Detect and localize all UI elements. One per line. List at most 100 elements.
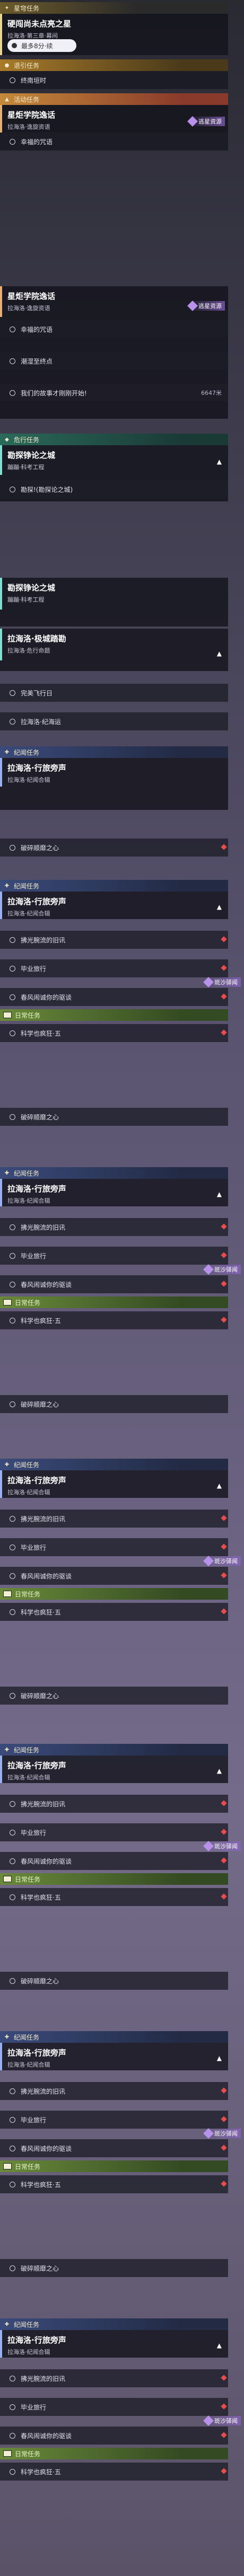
quest-step[interactable]: 毕业旅行: [0, 1538, 228, 1556]
daily-card[interactable]: 日常任务: [0, 1588, 228, 1600]
quest-step[interactable]: 破碎顺靡之心: [0, 1108, 228, 1126]
step-label: 破碎顺靡之心: [21, 1400, 59, 1408]
subquest-card[interactable]: 拉海洛·极城踏勘 拉海洛·危行命题 ▲: [0, 629, 228, 671]
marker-icon: [221, 1252, 227, 1258]
collapse-icon[interactable]: ▲: [217, 1190, 222, 1198]
journey-label: 纪闻任务: [14, 882, 40, 890]
quest-step[interactable]: 科学也疯狂·五: [0, 1024, 228, 1042]
journey-card[interactable]: ✚ 纪闻任务 拉海洛·行旅旁声 拉海洛·纪闻合辑 ▲: [0, 1459, 228, 1498]
tab-trailblaze-mission[interactable]: ✦ 星穹任务: [0, 2, 228, 14]
active-bar: [0, 14, 2, 55]
quest-step[interactable]: 毕业旅行: [0, 1247, 228, 1265]
quest-step[interactable]: 拂光腕流的旧讯: [0, 1795, 228, 1813]
track-button[interactable]: 最多8分·续: [7, 39, 76, 52]
marker-icon: [221, 1800, 227, 1806]
quest-step[interactable]: 拂光腕流的旧讯: [0, 931, 228, 949]
daily-label: 日常任务: [15, 1011, 41, 1019]
badge-icon: [203, 1264, 214, 1275]
collapse-icon[interactable]: ▲: [217, 458, 222, 465]
quest-step[interactable]: 拂光腕流的旧讯: [0, 1218, 228, 1236]
quest-step[interactable]: 科学也疯狂·五: [0, 1888, 228, 1906]
journey-card[interactable]: ✚ 纪闻任务 拉海洛·行旅旁声 拉海洛·纪闻合辑 ▲: [0, 2031, 228, 2070]
daily-header: 日常任务: [0, 2160, 228, 2172]
quest-step[interactable]: 我们的故事才刚刚开始! 6647米: [0, 384, 228, 402]
daily-card[interactable]: 日常任务: [0, 2448, 228, 2459]
guide-header: ● 退引任务: [0, 59, 228, 71]
journey-card[interactable]: ✚ 纪闻任务 拉海洛·行旅旁声 拉海洛·纪闻合辑 ▲: [0, 2318, 228, 2358]
quest-title: 勘探铮论之城: [7, 583, 56, 593]
quest-step[interactable]: 毕业旅行: [0, 1823, 228, 1841]
quest-step[interactable]: 破碎顺靡之心: [0, 1972, 228, 1990]
collapse-icon[interactable]: ▲: [217, 650, 222, 657]
quest-step[interactable]: 毕业旅行: [0, 959, 228, 977]
journey-label: 纪闻任务: [14, 1461, 40, 1469]
plus-icon: ✚: [4, 883, 10, 889]
journey-card[interactable]: ✚ 纪闻任务 拉海洛·行旅旁声 拉海洛·纪闻合辑 ▲: [0, 880, 228, 919]
quest-step[interactable]: 破碎顺靡之心: [0, 1395, 228, 1413]
journey-card[interactable]: ✚ 纪闻任务 拉海洛·行旅旁声 拉海洛·纪闻合辑 ▲: [0, 1744, 228, 1783]
plus-icon: ✚: [4, 1461, 10, 1468]
quest-step[interactable]: 潮湿至终点: [0, 352, 228, 370]
quest-subtitle: 拉海洛·第三章·幕间: [7, 32, 58, 39]
guide-card[interactable]: ● 退引任务 终南垣时: [0, 59, 228, 89]
quest-step[interactable]: 幸福的咒语: [0, 320, 228, 338]
quest-step[interactable]: 拂光腕流的旧讯: [0, 2082, 228, 2100]
active-bar: [0, 1179, 2, 1206]
alert-icon: ◆: [5, 436, 9, 443]
quest-step[interactable]: 科学也疯狂·五: [0, 1603, 228, 1621]
quest-step[interactable]: 完美飞行日: [0, 684, 228, 702]
step-label: 春风闹诚你的驱谈: [21, 2432, 72, 2440]
quest-card-trailblaze[interactable]: ✦ 星穹任务 硬闯尚未点亮之星 拉海洛·第三章·幕间 最多8分·续: [0, 2, 228, 55]
quest-step[interactable]: 科学也疯狂·五: [0, 1311, 228, 1329]
marker-icon: [221, 1515, 227, 1521]
quest-step[interactable]: 勘探!(勘探论之城): [0, 480, 228, 498]
quest-step[interactable]: 拂光腕流的旧讯: [0, 2369, 228, 2387]
step-circle-icon: [10, 2116, 15, 2123]
calendar-icon: [3, 1012, 12, 1018]
journey-label: 纪闻任务: [14, 1746, 40, 1754]
event-card[interactable]: ▲ 活动任务 星炬学院逸话 拉海洛·逸旋资语 逃星资源 幸福的咒语: [0, 93, 228, 151]
quest-step[interactable]: 终南垣时: [0, 71, 228, 89]
distance-label: 6647米: [201, 390, 222, 396]
step-circle-icon: [10, 1829, 15, 1836]
quest-step[interactable]: 破碎顺靡之心: [0, 2259, 228, 2277]
daily-card[interactable]: 日常任务: [0, 1009, 228, 1021]
step-circle-icon: [10, 2404, 15, 2410]
quest-step[interactable]: 春风闹诚你的驱谈: [0, 1567, 228, 1585]
daily-card[interactable]: 日常任务: [0, 1873, 228, 1885]
quest-step[interactable]: 拉海洛·纪海运: [0, 712, 228, 730]
marker-icon: [221, 1543, 227, 1550]
journey-card[interactable]: ✚ 纪闻任务 拉海洛·行旅旁声 拉海洛·纪闻合辑 ▲: [0, 1167, 228, 1206]
collapse-icon[interactable]: ▲: [217, 2054, 222, 2062]
quest-step[interactable]: 毕业旅行: [0, 2398, 228, 2416]
quest-step[interactable]: 破碎顺靡之心: [0, 1687, 228, 1705]
journey-header: ✚ 纪闻任务: [0, 880, 228, 892]
collapse-icon[interactable]: ▲: [217, 903, 222, 911]
urgent-card-expanded[interactable]: 勘探铮论之城 蹦蹦·科考工程: [0, 578, 228, 627]
quest-step[interactable]: 春风闹诚你的驱谈: [0, 1275, 228, 1293]
urgent-card[interactable]: ◆ 危行任务 勘探铮论之城 蹦蹦·科考工程 ▲ 勘探!(勘探论之城): [0, 434, 228, 501]
quest-step[interactable]: 春风闹诚你的驱谈: [0, 2427, 228, 2445]
daily-label: 日常任务: [15, 1590, 41, 1598]
step-circle-icon: [10, 2432, 15, 2439]
collapse-icon[interactable]: ▲: [217, 2342, 222, 2349]
collapse-icon[interactable]: ▲: [217, 1767, 222, 1775]
quest-step[interactable]: 拂光腕流的旧讯: [0, 1510, 228, 1528]
quest-step[interactable]: 破碎顺靡之心: [0, 839, 228, 857]
event-card-expanded[interactable]: 星炬学院逸话 拉海洛·逸旋资语 逃星资源 幸福的咒语 潮湿至终点 我们的故事才刚…: [0, 286, 228, 419]
quest-step[interactable]: 科学也疯狂·五: [0, 2175, 228, 2193]
quest-step[interactable]: 春风闹诚你的驱谈: [0, 2139, 228, 2157]
quest-subtitle: 拉海洛·纪闻合辑: [7, 777, 50, 783]
collapse-icon[interactable]: ▲: [217, 1482, 222, 1489]
quest-step[interactable]: 科学也疯狂·五: [0, 2463, 228, 2481]
plus-icon: ✚: [4, 2321, 10, 2327]
quest-step[interactable]: 春风闹诚你的驱谈: [0, 988, 228, 1006]
step-circle-icon: [10, 1281, 15, 1287]
journey-card[interactable]: ✚ 纪闻任务 拉海洛·行旅旁声 拉海洛·纪闻合辑: [0, 746, 228, 810]
quest-step[interactable]: 毕业旅行: [0, 2111, 228, 2129]
daily-card[interactable]: 日常任务: [0, 2160, 228, 2172]
plus-icon: ✚: [4, 749, 10, 755]
daily-card[interactable]: 日常任务: [0, 1296, 228, 1308]
quest-step[interactable]: 幸福的咒语: [0, 133, 228, 151]
quest-step[interactable]: 春风闹诚你的驱谈: [0, 1852, 228, 1870]
